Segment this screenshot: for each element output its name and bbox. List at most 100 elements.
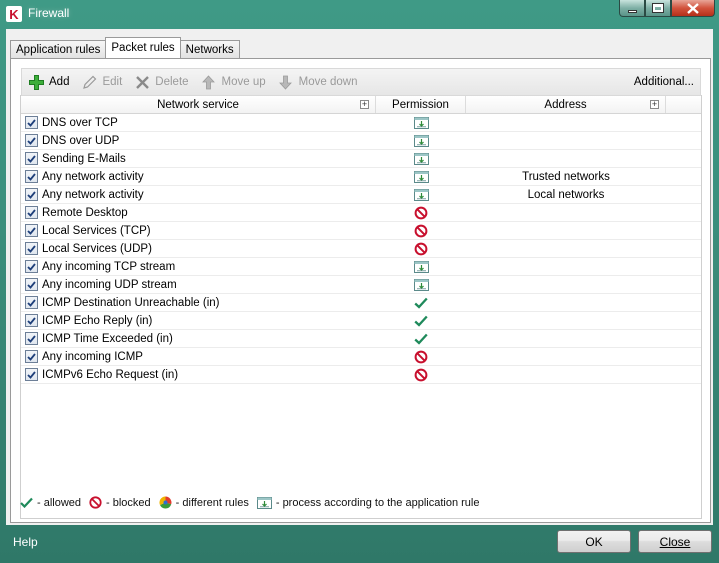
service-cell: Any network activity (21, 168, 376, 185)
app-rule-icon (413, 152, 429, 165)
table-row[interactable]: Any network activity Trusted networks (21, 168, 701, 186)
help-link[interactable]: Help (13, 535, 38, 549)
rule-enabled-checkbox[interactable] (25, 188, 38, 201)
tab-networks[interactable]: Networks (179, 40, 240, 58)
permission-cell[interactable] (376, 168, 466, 185)
table-row[interactable]: Any incoming UDP stream (21, 276, 701, 294)
checkbox-check-icon (27, 298, 36, 307)
permission-cell[interactable] (376, 258, 466, 275)
tab-packet-rules[interactable]: Packet rules (105, 37, 181, 58)
table-row[interactable]: DNS over UDP (21, 132, 701, 150)
column-service-label: Network service (157, 98, 239, 111)
rule-enabled-checkbox[interactable] (25, 170, 38, 183)
table-row[interactable]: Local Services (UDP) (21, 240, 701, 258)
service-cell: ICMP Echo Reply (in) (21, 312, 376, 329)
blocked-icon (414, 368, 428, 382)
rule-enabled-checkbox[interactable] (25, 206, 38, 219)
plus-icon (28, 74, 44, 90)
permission-cell[interactable] (376, 348, 466, 365)
column-header-address[interactable]: Address + (466, 96, 666, 113)
permission-cell[interactable] (376, 240, 466, 257)
permission-cell[interactable] (376, 114, 466, 131)
table-row[interactable]: ICMP Echo Reply (in) (21, 312, 701, 330)
column-header-permission[interactable]: Permission (376, 96, 466, 113)
additional-button[interactable]: Additional... (628, 71, 700, 93)
address-cell (466, 276, 666, 293)
rule-enabled-checkbox[interactable] (25, 152, 38, 165)
row-spacer (666, 348, 701, 365)
permission-cell[interactable] (376, 186, 466, 203)
address-value: Trusted networks (522, 170, 610, 183)
maximize-button[interactable] (645, 0, 671, 17)
rule-enabled-checkbox[interactable] (25, 260, 38, 273)
rule-enabled-checkbox[interactable] (25, 296, 38, 309)
edit-button[interactable]: Edit (75, 71, 128, 93)
close-window-button[interactable] (671, 0, 715, 17)
checkbox-check-icon (27, 280, 36, 289)
add-label: Add (49, 76, 70, 88)
rule-enabled-checkbox[interactable] (25, 134, 38, 147)
expand-service-icon[interactable]: + (360, 100, 369, 109)
service-cell: DNS over UDP (21, 132, 376, 149)
address-cell: Trusted networks (466, 168, 666, 185)
rule-enabled-checkbox[interactable] (25, 314, 38, 327)
table-row[interactable]: Any incoming TCP stream (21, 258, 701, 276)
app-rule-icon (413, 188, 429, 201)
delete-button[interactable]: Delete (128, 71, 194, 93)
tab-application-rules[interactable]: Application rules (10, 40, 107, 58)
address-cell (466, 132, 666, 149)
checkbox-check-icon (27, 208, 36, 217)
service-name: Local Services (UDP) (42, 242, 152, 255)
service-name: DNS over UDP (42, 134, 120, 147)
legend-allowed: - allowed (20, 497, 81, 509)
service-cell: Local Services (UDP) (21, 240, 376, 257)
app-rule-icon (413, 260, 429, 273)
table-row[interactable]: ICMP Time Exceeded (in) (21, 330, 701, 348)
move-up-button[interactable]: Move up (195, 71, 272, 93)
legend-allowed-label: - allowed (37, 496, 82, 509)
rule-enabled-checkbox[interactable] (25, 116, 38, 129)
checkmark-icon (414, 315, 428, 327)
rule-enabled-checkbox[interactable] (25, 332, 38, 345)
rule-enabled-checkbox[interactable] (25, 278, 38, 291)
table-row[interactable]: Any incoming ICMP (21, 348, 701, 366)
minimize-button[interactable] (619, 0, 645, 17)
close-icon (687, 2, 699, 14)
add-button[interactable]: Add (22, 71, 75, 93)
permission-cell[interactable] (376, 204, 466, 221)
legend-different-label: - different rules (175, 496, 249, 509)
checkmark-icon (20, 497, 33, 508)
rule-enabled-checkbox[interactable] (25, 368, 38, 381)
app-rule-icon (413, 170, 429, 183)
column-header-service[interactable]: Network service + (21, 96, 376, 113)
permission-cell[interactable] (376, 294, 466, 311)
permission-cell[interactable] (376, 330, 466, 347)
permission-cell[interactable] (376, 132, 466, 149)
permission-cell[interactable] (376, 366, 466, 383)
checkbox-check-icon (27, 226, 36, 235)
close-button[interactable]: Close (638, 530, 712, 553)
table-row[interactable]: Local Services (TCP) (21, 222, 701, 240)
expand-address-icon[interactable]: + (650, 100, 659, 109)
permission-cell[interactable] (376, 222, 466, 239)
ok-button[interactable]: OK (557, 530, 631, 553)
service-name: Any incoming UDP stream (42, 278, 177, 291)
rule-enabled-checkbox[interactable] (25, 350, 38, 363)
table-row[interactable]: Any network activity Local networks (21, 186, 701, 204)
checkbox-check-icon (27, 352, 36, 361)
permission-cell[interactable] (376, 276, 466, 293)
rule-enabled-checkbox[interactable] (25, 224, 38, 237)
packet-rules-panel: Add Edit Delete Move up Move down Additi… (10, 58, 711, 523)
permission-cell[interactable] (376, 312, 466, 329)
table-row[interactable]: Remote Desktop (21, 204, 701, 222)
table-row[interactable]: DNS over TCP (21, 114, 701, 132)
rule-enabled-checkbox[interactable] (25, 242, 38, 255)
table-row[interactable]: Sending E-Mails (21, 150, 701, 168)
table-row[interactable]: ICMPv6 Echo Request (in) (21, 366, 701, 384)
table-row[interactable]: ICMP Destination Unreachable (in) (21, 294, 701, 312)
checkbox-check-icon (27, 190, 36, 199)
permission-cell[interactable] (376, 150, 466, 167)
move-down-button[interactable]: Move down (272, 71, 364, 93)
service-cell: DNS over TCP (21, 114, 376, 131)
close-button-label: Close (659, 534, 691, 549)
